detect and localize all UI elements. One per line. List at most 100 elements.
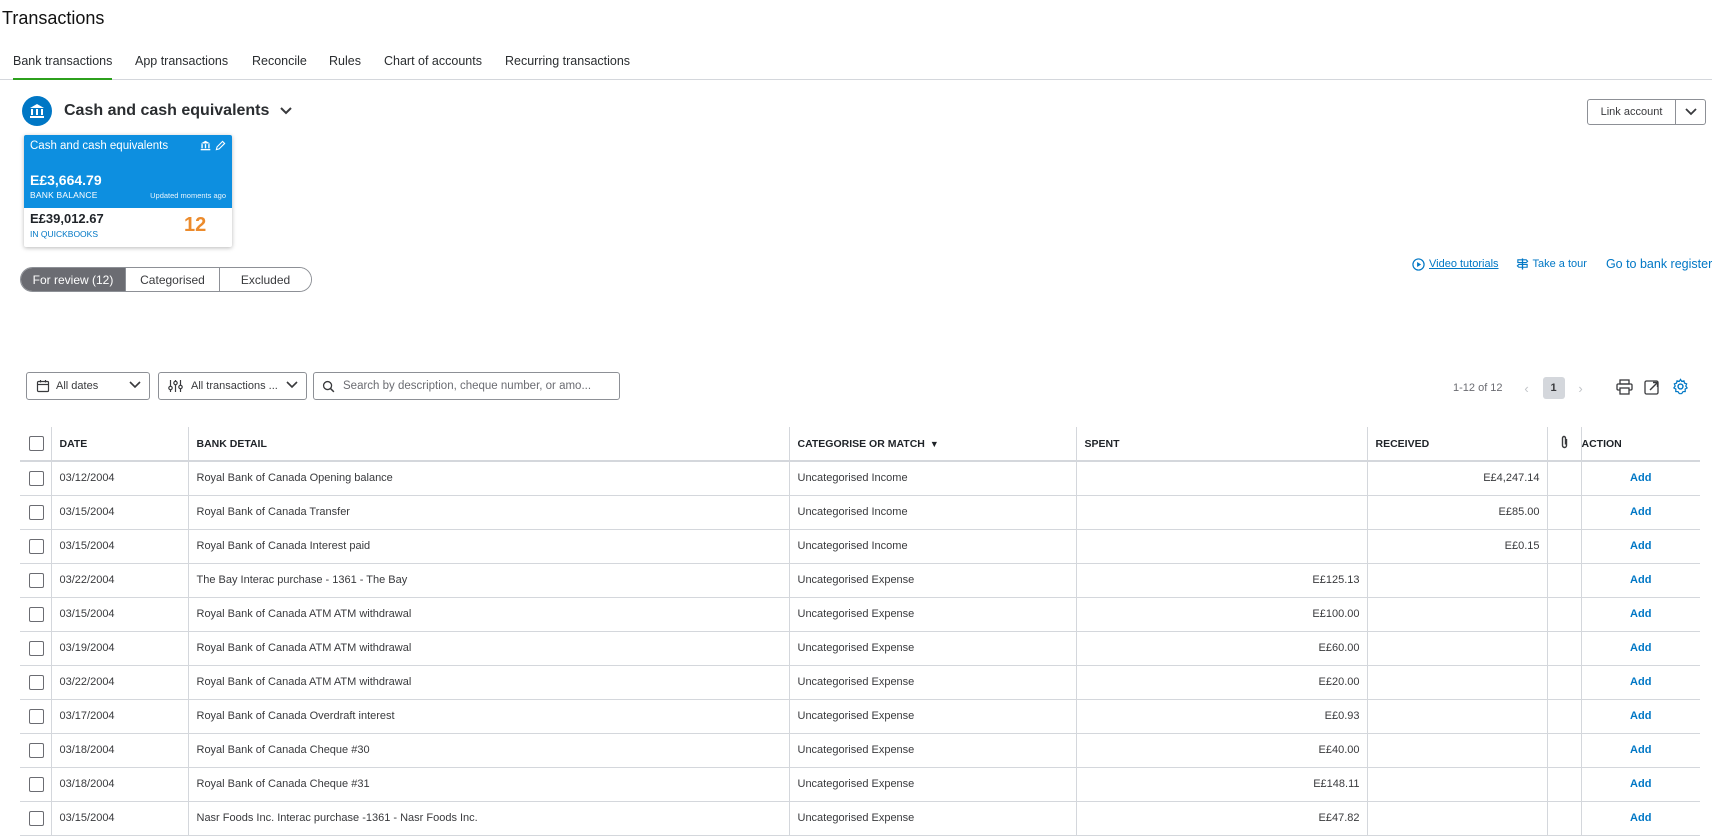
table-row[interactable]: 03/15/2004 Nasr Foods Inc. Interac purcha… xyxy=(20,801,1700,836)
tab-chart-of-accounts[interactable]: Chart of accounts xyxy=(384,54,482,80)
add-button[interactable]: Add xyxy=(1630,506,1651,518)
segment-excluded[interactable]: Excluded xyxy=(219,268,311,291)
link-account-dropdown[interactable] xyxy=(1676,99,1706,125)
row-category[interactable]: Uncategorised Income xyxy=(789,461,1077,496)
row-date: 03/15/2004 xyxy=(51,597,189,632)
table-row[interactable]: 03/18/2004 Royal Bank of Canada Cheque #3… xyxy=(20,767,1700,802)
table-row[interactable]: 03/18/2004 Royal Bank of Canada Cheque #3… xyxy=(20,733,1700,768)
tab-bank-transactions[interactable]: Bank transactions xyxy=(13,54,113,80)
row-category[interactable]: Uncategorised Income xyxy=(789,529,1077,564)
select-all-checkbox[interactable] xyxy=(29,436,44,451)
table-row[interactable]: 03/22/2004 The Bay Interac purchase - 136… xyxy=(20,563,1700,598)
table-row[interactable]: 03/12/2004 Royal Bank of Canada Opening b… xyxy=(20,461,1700,496)
table-row[interactable]: 03/15/2004 Royal Bank of Canada Interest … xyxy=(20,529,1700,564)
account-name: Cash and cash equivalents xyxy=(64,102,270,119)
row-checkbox[interactable] xyxy=(29,504,44,520)
row-category[interactable]: Uncategorised Income xyxy=(789,495,1077,530)
tab-app-transactions[interactable]: App transactions xyxy=(135,54,228,80)
row-action-cell: Add xyxy=(1581,699,1700,734)
row-checkbox[interactable] xyxy=(29,572,44,588)
row-received xyxy=(1367,597,1548,632)
chevron-down-icon[interactable] xyxy=(279,106,293,116)
add-button[interactable]: Add xyxy=(1630,540,1651,552)
add-button[interactable]: Add xyxy=(1630,744,1651,756)
row-checkbox[interactable] xyxy=(29,810,44,826)
bank-detail-column-header[interactable]: BANK DETAIL xyxy=(188,427,790,462)
row-date: 03/18/2004 xyxy=(51,733,189,768)
attachment-column-header xyxy=(1547,427,1582,462)
row-attachment xyxy=(1547,495,1582,530)
row-checkbox[interactable] xyxy=(29,708,44,724)
row-category[interactable]: Uncategorised Expense xyxy=(789,801,1077,836)
search-input[interactable] xyxy=(343,380,613,392)
row-category[interactable]: Uncategorised Expense xyxy=(789,563,1077,598)
row-category[interactable]: Uncategorised Expense xyxy=(789,597,1077,632)
row-checkbox[interactable] xyxy=(29,606,44,622)
row-category[interactable]: Uncategorised Expense xyxy=(789,631,1077,666)
date-filter-dropdown[interactable]: All dates xyxy=(26,372,150,400)
row-spent: E£100.00 xyxy=(1076,597,1368,632)
add-button[interactable]: Add xyxy=(1630,574,1651,586)
spent-column-header[interactable]: SPENT xyxy=(1076,427,1368,462)
transaction-type-filter-value: All transactions ... xyxy=(191,380,278,392)
transaction-type-filter-dropdown[interactable]: All transactions ... xyxy=(158,372,307,400)
categorise-column-header[interactable]: CATEGORISE OR MATCH ▼ xyxy=(789,427,1077,462)
add-button[interactable]: Add xyxy=(1630,676,1651,688)
gear-icon[interactable] xyxy=(1672,378,1689,395)
previous-page-button[interactable]: ‹ xyxy=(1519,381,1535,396)
row-category[interactable]: Uncategorised Expense xyxy=(789,733,1077,768)
table-row[interactable]: 03/22/2004 Royal Bank of Canada ATM ATM w… xyxy=(20,665,1700,700)
quickbooks-balance: E£39,012.67 xyxy=(30,211,104,226)
row-received xyxy=(1367,631,1548,666)
tab-rules[interactable]: Rules xyxy=(329,54,361,80)
video-tutorials-label: Video tutorials xyxy=(1429,258,1499,270)
add-button[interactable]: Add xyxy=(1630,608,1651,620)
received-column-header[interactable]: RECEIVED xyxy=(1367,427,1548,462)
segment-for-review[interactable]: For review (12) xyxy=(21,268,125,291)
current-page[interactable]: 1 xyxy=(1542,377,1565,399)
tab-recurring-transactions[interactable]: Recurring transactions xyxy=(505,54,630,80)
row-attachment xyxy=(1547,733,1582,768)
segment-categorised[interactable]: Categorised xyxy=(125,268,219,291)
categorise-column-label: CATEGORISE OR MATCH xyxy=(797,437,925,450)
take-a-tour-link[interactable]: Take a tour xyxy=(1516,257,1587,271)
add-button[interactable]: Add xyxy=(1630,710,1651,722)
row-action-cell: Add xyxy=(1581,665,1700,700)
edit-pencil-icon[interactable] xyxy=(215,140,226,151)
row-category[interactable]: Uncategorised Expense xyxy=(789,767,1077,802)
add-button[interactable]: Add xyxy=(1630,778,1651,790)
add-button[interactable]: Add xyxy=(1630,812,1651,824)
table-toolbar xyxy=(1616,378,1689,395)
row-checkbox[interactable] xyxy=(29,640,44,656)
table-row[interactable]: 03/17/2004 Royal Bank of Canada Overdraft… xyxy=(20,699,1700,734)
row-checkbox[interactable] xyxy=(29,742,44,758)
add-button[interactable]: Add xyxy=(1630,642,1651,654)
row-date: 03/19/2004 xyxy=(51,631,189,666)
row-checkbox[interactable] xyxy=(29,776,44,792)
account-card[interactable]: Cash and cash equivalents E£3,664.79 BAN… xyxy=(24,135,232,247)
table-row[interactable]: 03/15/2004 Royal Bank of Canada ATM ATM w… xyxy=(20,597,1700,632)
table-row[interactable]: 03/15/2004 Royal Bank of Canada Transfer U… xyxy=(20,495,1700,530)
go-to-bank-register-link[interactable]: Go to bank register xyxy=(1606,257,1712,271)
table-row[interactable]: 03/19/2004 Royal Bank of Canada ATM ATM w… xyxy=(20,631,1700,666)
row-category[interactable]: Uncategorised Expense xyxy=(789,699,1077,734)
link-account-button[interactable]: Link account xyxy=(1587,99,1676,125)
next-page-button[interactable]: › xyxy=(1573,381,1589,396)
add-button[interactable]: Add xyxy=(1630,472,1651,484)
tab-reconcile[interactable]: Reconcile xyxy=(252,54,307,80)
date-column-header[interactable]: DATE xyxy=(51,427,189,462)
row-category[interactable]: Uncategorised Expense xyxy=(789,665,1077,700)
export-icon[interactable] xyxy=(1644,379,1661,395)
row-checkbox[interactable] xyxy=(29,538,44,554)
row-checkbox[interactable] xyxy=(29,470,44,486)
video-tutorials-link[interactable]: Video tutorials xyxy=(1412,257,1499,271)
row-attachment xyxy=(1547,631,1582,666)
row-action-cell: Add xyxy=(1581,597,1700,632)
row-received: E£4,247.14 xyxy=(1367,461,1548,496)
row-select-cell xyxy=(20,767,52,802)
go-to-bank-register-label: Go to bank register xyxy=(1605,257,1712,271)
account-selector[interactable]: Cash and cash equivalents xyxy=(22,96,293,126)
row-select-cell xyxy=(20,529,52,564)
row-checkbox[interactable] xyxy=(29,674,44,690)
print-icon[interactable] xyxy=(1616,378,1633,395)
